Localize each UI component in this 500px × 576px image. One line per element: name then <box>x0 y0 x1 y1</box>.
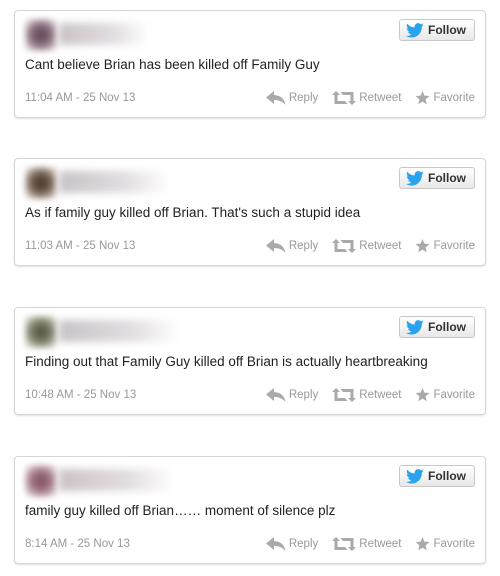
follow-button[interactable]: Follow <box>399 316 475 338</box>
retweet-label: Retweet <box>359 389 402 401</box>
star-icon <box>416 91 430 105</box>
timestamp[interactable]: 10:48 AM - 25 Nov 13 <box>25 389 252 401</box>
favorite-label: Favorite <box>433 538 475 550</box>
tweet-meta: 11:03 AM - 25 Nov 13 Reply Retweet Favor… <box>25 239 475 253</box>
twitter-bird-icon <box>406 319 424 334</box>
twitter-bird-icon <box>406 170 424 185</box>
reply-button[interactable]: Reply <box>265 537 319 551</box>
tweet-card: Follow family guy killed off Brian…… mom… <box>14 456 486 564</box>
tweet-meta: 11:04 AM - 25 Nov 13 Reply Retweet Favor… <box>25 91 475 105</box>
retweet-label: Retweet <box>359 240 402 252</box>
reply-button[interactable]: Reply <box>265 388 319 402</box>
blurred-username[interactable] <box>59 23 149 45</box>
favorite-label: Favorite <box>433 92 475 104</box>
follow-button[interactable]: Follow <box>399 465 475 487</box>
reply-label: Reply <box>288 389 319 401</box>
avatar[interactable] <box>25 167 57 199</box>
follow-label: Follow <box>428 469 466 483</box>
tweet-text: family guy killed off Brian…… moment of … <box>25 503 336 518</box>
follow-label: Follow <box>428 171 466 185</box>
retweet-label: Retweet <box>359 92 402 104</box>
reply-arrow-icon <box>265 91 286 105</box>
retweet-button[interactable]: Retweet <box>332 239 401 253</box>
favorite-button[interactable]: Favorite <box>415 388 475 402</box>
tweet-meta: 8:14 AM - 25 Nov 13 Reply Retweet Favori… <box>25 537 475 551</box>
reply-arrow-icon <box>265 537 286 551</box>
reply-label: Reply <box>288 240 319 252</box>
follow-button[interactable]: Follow <box>399 167 475 189</box>
star-icon <box>416 388 430 402</box>
tweet-text: As if family guy killed off Brian. That'… <box>25 205 361 220</box>
retweet-button[interactable]: Retweet <box>332 91 401 105</box>
retweet-icon <box>332 388 357 402</box>
retweet-icon <box>332 239 357 253</box>
retweet-button[interactable]: Retweet <box>332 537 401 551</box>
blurred-username[interactable] <box>59 171 169 193</box>
tweet-text: Cant believe Brian has been killed off F… <box>25 57 320 72</box>
retweet-button[interactable]: Retweet <box>332 388 401 402</box>
follow-label: Follow <box>428 23 466 37</box>
favorite-label: Favorite <box>433 389 475 401</box>
retweet-icon <box>332 91 357 105</box>
twitter-bird-icon <box>406 22 424 37</box>
favorite-button[interactable]: Favorite <box>415 91 475 105</box>
timestamp[interactable]: 11:03 AM - 25 Nov 13 <box>25 240 252 252</box>
retweet-label: Retweet <box>359 538 402 550</box>
retweet-icon <box>332 537 357 551</box>
follow-label: Follow <box>428 320 466 334</box>
reply-arrow-icon <box>265 388 286 402</box>
star-icon <box>416 537 430 551</box>
reply-label: Reply <box>288 538 319 550</box>
avatar[interactable] <box>25 19 57 51</box>
tweet-text: Finding out that Family Guy killed off B… <box>25 354 428 369</box>
favorite-button[interactable]: Favorite <box>415 239 475 253</box>
tweet-card: Follow Cant believe Brian has been kille… <box>14 10 486 118</box>
twitter-bird-icon <box>406 468 424 483</box>
timestamp[interactable]: 8:14 AM - 25 Nov 13 <box>25 538 252 550</box>
follow-button[interactable]: Follow <box>399 19 475 41</box>
reply-button[interactable]: Reply <box>265 239 319 253</box>
timestamp[interactable]: 11:04 AM - 25 Nov 13 <box>25 92 252 104</box>
favorite-label: Favorite <box>433 240 475 252</box>
tweet-card: Follow Finding out that Family Guy kille… <box>14 307 486 415</box>
favorite-button[interactable]: Favorite <box>415 537 475 551</box>
reply-label: Reply <box>288 92 319 104</box>
blurred-username[interactable] <box>59 320 179 342</box>
star-icon <box>416 239 430 253</box>
tweet-meta: 10:48 AM - 25 Nov 13 Reply Retweet Favor… <box>25 388 475 402</box>
avatar[interactable] <box>25 465 57 497</box>
avatar[interactable] <box>25 316 57 348</box>
tweet-card: Follow As if family guy killed off Brian… <box>14 158 486 266</box>
reply-arrow-icon <box>265 239 286 253</box>
reply-button[interactable]: Reply <box>265 91 319 105</box>
blurred-username[interactable] <box>59 469 174 491</box>
